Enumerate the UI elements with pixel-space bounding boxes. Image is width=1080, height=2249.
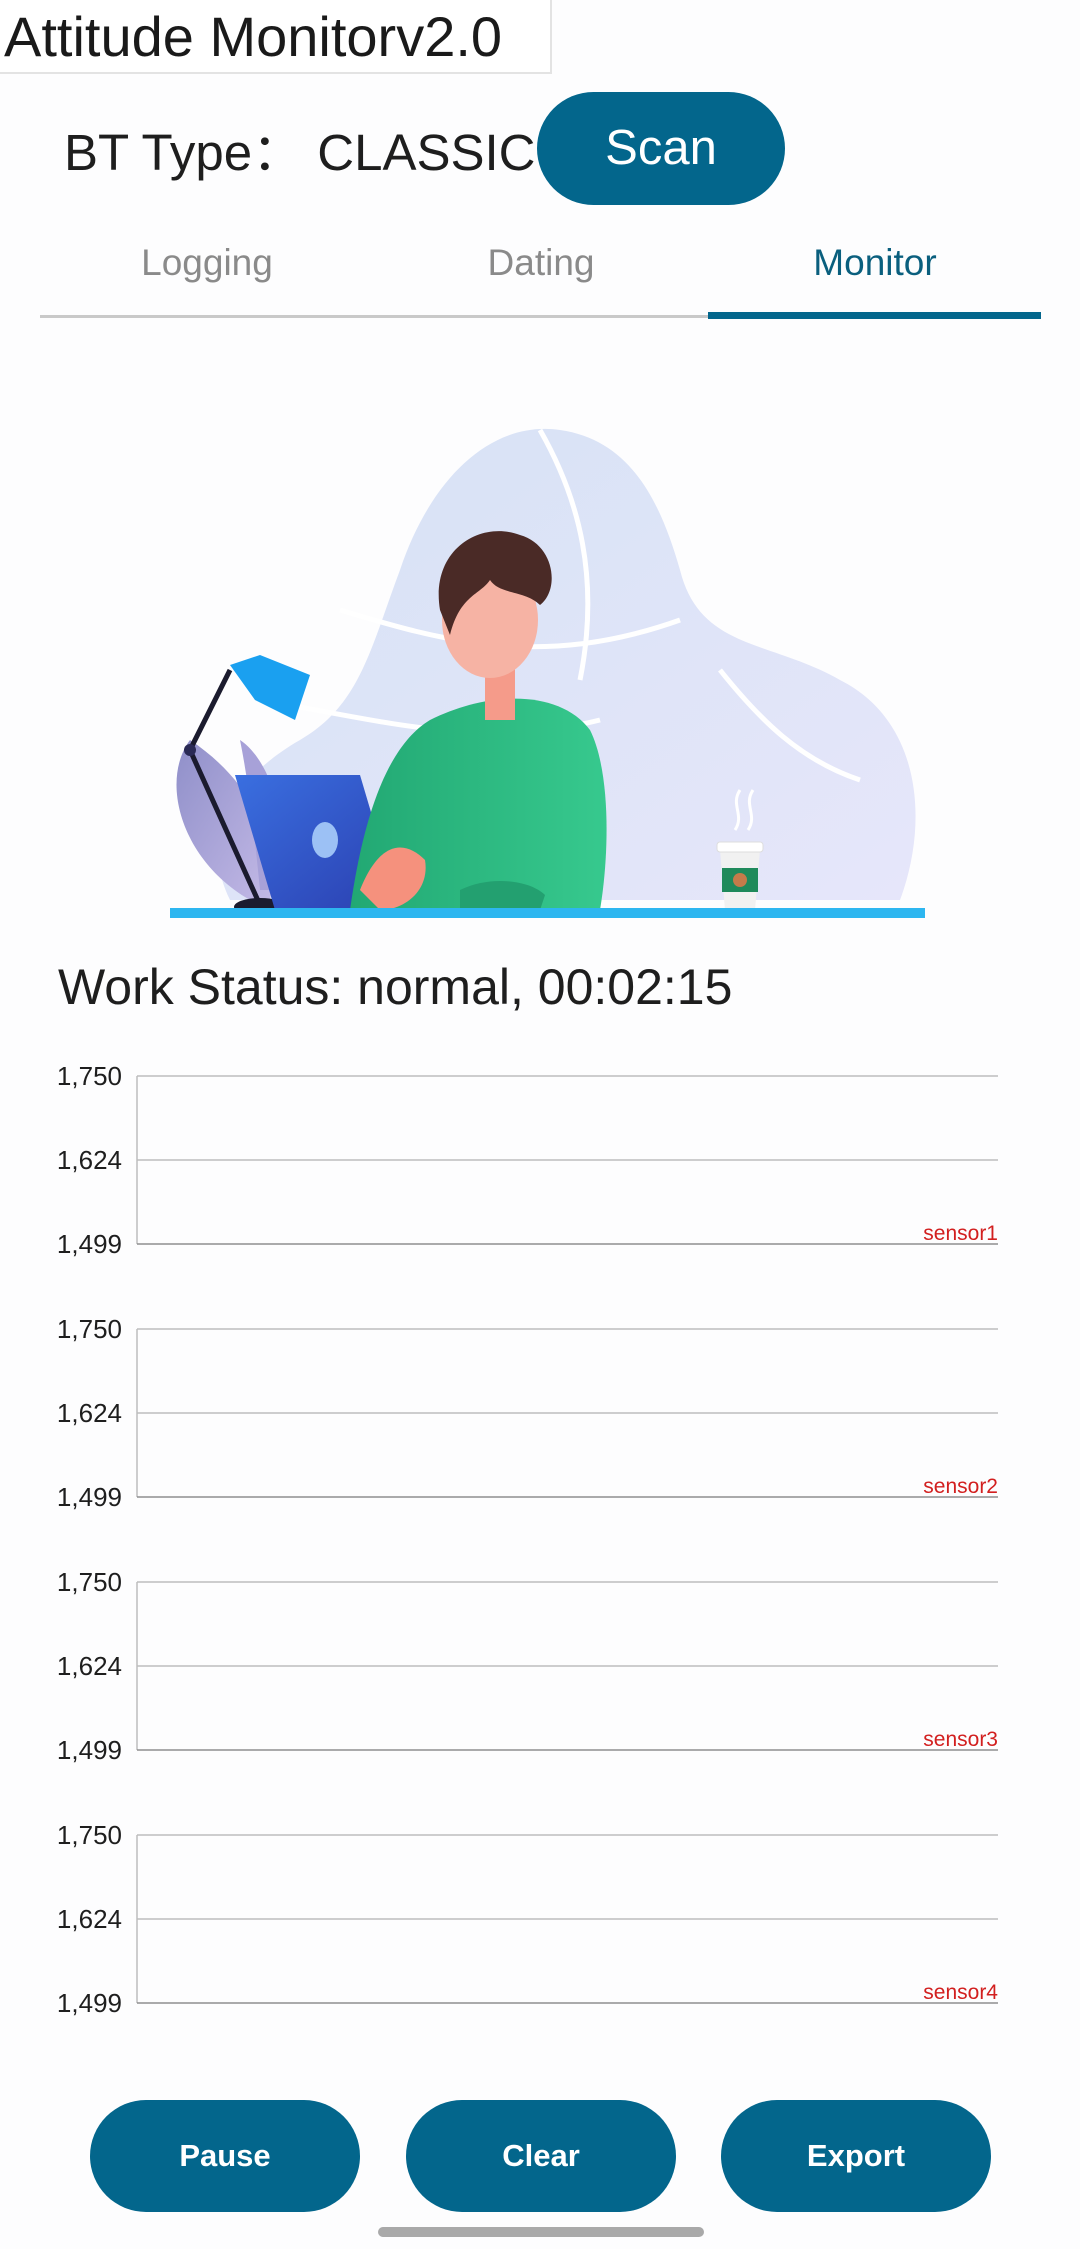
tab-logging[interactable]: Logging [40,236,374,318]
series-label: sensor3 [923,1728,998,1751]
worker-illustration [170,428,925,918]
chart-svg: 1,750 1,624 1,499 sensor4 [57,1820,998,2018]
y-tick-label: 1,624 [57,1651,122,1681]
y-tick-label: 1,499 [57,1988,122,2018]
y-tick-label: 1,750 [57,1061,122,1091]
chart-sensor1: 1,750 1,624 1,499 sensor1 [0,1061,1080,1259]
tab-monitor[interactable]: Monitor [708,236,1042,318]
series-label: sensor1 [923,1222,998,1245]
bt-type-value: CLASSIC [317,124,536,181]
y-tick-label: 1,624 [57,1398,122,1428]
bt-type-label: BT Type： [64,124,304,181]
y-tick-label: 1,499 [57,1229,122,1259]
y-tick-label: 1,499 [57,1735,122,1765]
chart-svg: 1,750 1,624 1,499 sensor1 [57,1061,998,1259]
chart-sensor4: 1,750 1,624 1,499 sensor4 [0,1820,1080,2018]
tab-dating[interactable]: Dating [374,236,708,318]
series-label: sensor4 [923,1981,998,2004]
bt-type-text: BT Type： CLASSIC [64,118,536,188]
clear-button[interactable]: Clear [406,2100,676,2212]
y-tick-label: 1,750 [57,1314,122,1344]
work-status-text: Work Status: normal, 00:02:15 [58,959,733,1015]
y-tick-label: 1,624 [57,1904,122,1934]
chart-sensor3: 1,750 1,624 1,499 sensor3 [0,1567,1080,1765]
y-tick-label: 1,750 [57,1567,122,1597]
tab-active-indicator [708,312,1041,319]
y-tick-label: 1,499 [57,1482,122,1512]
app-title: Attitude Monitorv2.0 [0,0,552,74]
scan-button[interactable]: Scan [537,92,785,205]
series-label: sensor2 [923,1475,998,1498]
lamp-icon [230,655,310,720]
chart-sensor2: 1,750 1,624 1,499 sensor2 [0,1314,1080,1512]
tab-bar: Logging Dating Monitor [40,236,1041,318]
home-indicator [378,2227,704,2237]
y-tick-label: 1,624 [57,1145,122,1175]
export-button[interactable]: Export [721,2100,991,2212]
desk [170,908,925,918]
y-tick-label: 1,750 [57,1820,122,1850]
pause-button[interactable]: Pause [90,2100,360,2212]
chart-svg: 1,750 1,624 1,499 sensor2 [57,1314,998,1512]
chart-svg: 1,750 1,624 1,499 sensor3 [57,1567,998,1765]
